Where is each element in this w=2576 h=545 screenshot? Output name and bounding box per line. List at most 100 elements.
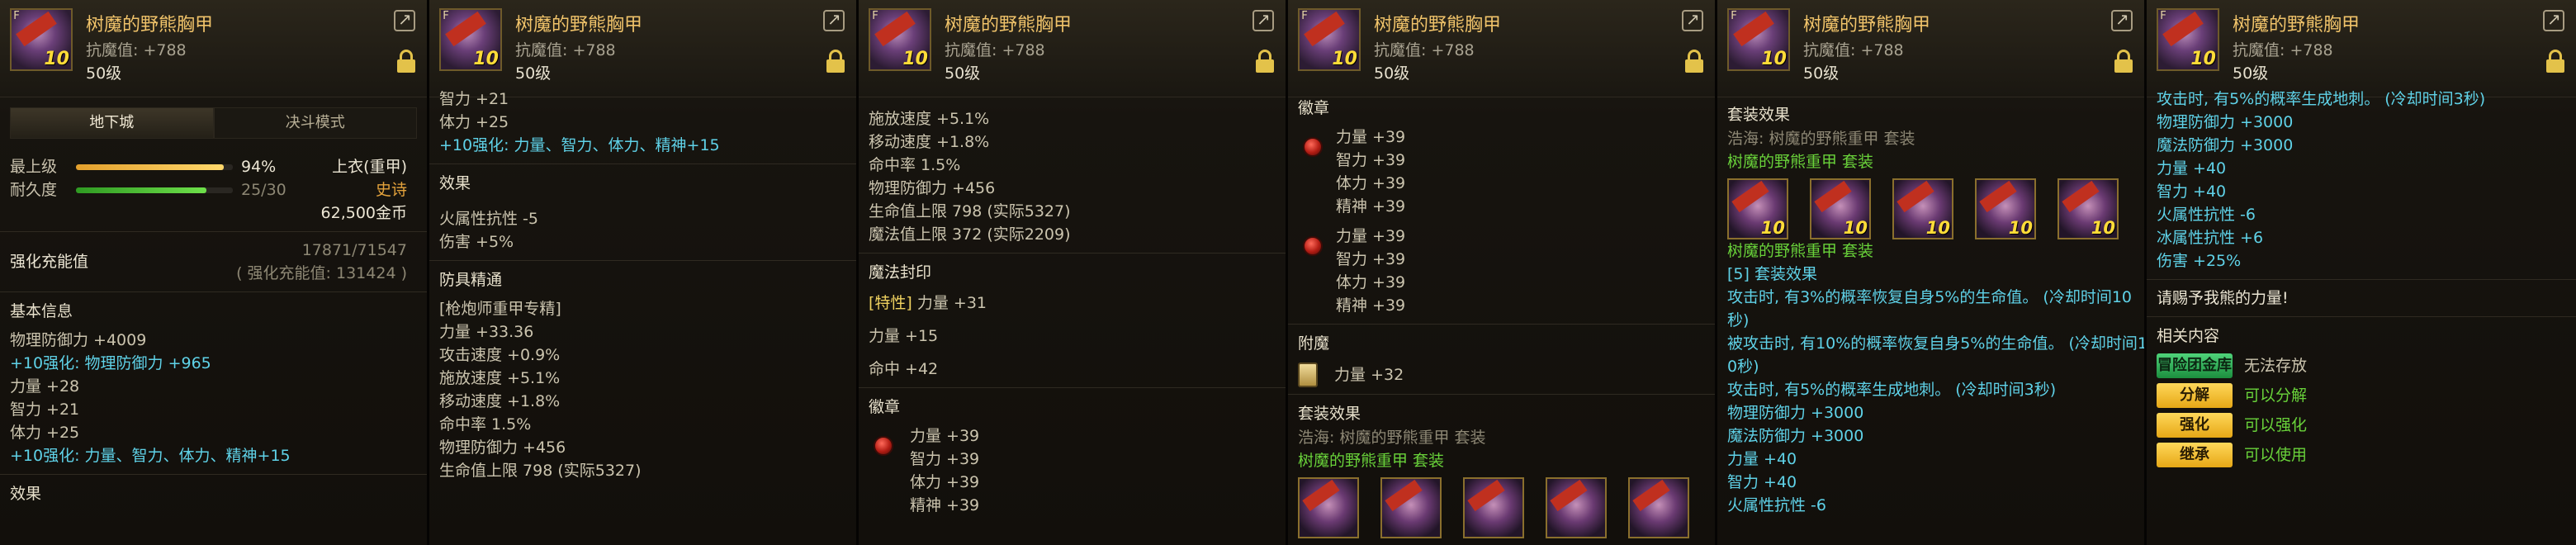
- reinforce-note-row: ( 强化充能值: 131424 ): [10, 262, 417, 285]
- mastery-line: 攻击速度 +0.9%: [439, 346, 561, 364]
- max-level-bar: [76, 164, 233, 170]
- mastery-line: 生命值上限 798 (实际5327): [439, 462, 642, 480]
- set-line: 力量 +40: [2157, 159, 2227, 178]
- tab-dungeon[interactable]: 地下城: [10, 107, 214, 139]
- enhance-level-label: 10: [44, 49, 69, 69]
- set-line: 智力 +40: [2157, 182, 2227, 201]
- max-level-label: 最上级: [10, 158, 58, 176]
- item-level: 50级: [1374, 64, 1410, 83]
- durability-label: 耐久度: [10, 181, 58, 199]
- set-items-row: 10 10 10 10 10: [1727, 178, 2134, 239]
- lock-icon[interactable]: [1685, 50, 1703, 73]
- flavor-quote: 请赐予我熊的力量!: [2157, 289, 2289, 307]
- set-line: 秒): [1727, 311, 1750, 329]
- share-link-icon[interactable]: [1252, 9, 1274, 31]
- inherit-status: 可以使用: [2244, 446, 2308, 464]
- stat-line: +10强化: 力量、智力、体力、精神+15: [439, 136, 720, 154]
- inherit-button[interactable]: 继承: [2157, 443, 2233, 467]
- enchant-title: 附魔: [1298, 334, 1330, 353]
- stat-line: 移动速度 +1.8%: [869, 133, 990, 151]
- emblem-line: 智力 +39: [1336, 250, 1406, 268]
- sell-price: 62,500金币: [320, 204, 407, 222]
- set-owner: 浩海: 树魔的野熊重甲 套装: [1727, 130, 1915, 148]
- set-line: 攻击时, 有5%的概率生成地刺。 (冷却时间3秒): [2157, 90, 2486, 108]
- stat-line: +10强化: 力量、智力、体力、精神+15: [10, 447, 291, 465]
- set-item-icon[interactable]: [1628, 477, 1689, 538]
- grade-label: F: [2160, 10, 2166, 22]
- set-line: 物理防御力 +3000: [2157, 113, 2294, 131]
- grade-label: F: [1731, 10, 1737, 22]
- share-link-icon[interactable]: [823, 9, 845, 31]
- set-line: 魔法防御力 +3000: [2157, 136, 2294, 154]
- set-item-icon[interactable]: 10: [2057, 178, 2119, 239]
- item-tooltip-strip: F 10 树魔的野熊胸甲 抗魔值: +788 50级 地下城 决斗模式 最上级 …: [0, 0, 2576, 545]
- item-chest-armor-icon: F 10: [869, 8, 931, 71]
- emblem-line: 力量 +39: [910, 427, 980, 445]
- tab-pvp[interactable]: 决斗模式: [213, 107, 417, 139]
- item-chest-armor-icon: F 10: [439, 8, 502, 71]
- set-item-icon[interactable]: [1298, 477, 1359, 538]
- tooltip-header: F 10 树魔的野熊胸甲 抗魔值: +788 50级: [429, 0, 856, 97]
- set-line: 0秒): [1727, 358, 1759, 376]
- seal-title: 魔法封印: [869, 263, 932, 282]
- ribbon-icon: [16, 11, 57, 47]
- emblem-line: 智力 +39: [910, 450, 980, 468]
- lock-icon[interactable]: [826, 50, 845, 73]
- reinforce-button[interactable]: 强化: [2157, 413, 2233, 438]
- durability-value: 25/30: [241, 181, 286, 199]
- lock-icon[interactable]: [1256, 50, 1274, 73]
- set-title: 套装效果: [1298, 405, 1361, 423]
- lock-icon[interactable]: [397, 50, 415, 73]
- enhance-level-label: 10: [473, 49, 499, 69]
- item-name: 树魔的野熊胸甲: [2233, 15, 2361, 36]
- disassemble-button[interactable]: 分解: [2157, 383, 2233, 408]
- share-link-icon[interactable]: [394, 9, 415, 31]
- enhance-level-label: 10: [2190, 49, 2216, 69]
- set-item-icon[interactable]: 10: [1892, 178, 1953, 239]
- mastery-line: 物理防御力 +456: [439, 438, 566, 457]
- mastery-line: 施放速度 +5.1%: [439, 369, 561, 387]
- slot-type: 上衣(重甲): [332, 158, 407, 176]
- grade-label: F: [443, 10, 449, 22]
- item-chest-armor-icon: F 10: [2157, 8, 2219, 71]
- lock-icon[interactable]: [2546, 50, 2564, 73]
- stat-line: 施放速度 +5.1%: [869, 110, 990, 128]
- tooltip-panel-3: F 10 树魔的野熊胸甲 抗魔值: +788 50级 施放速度 +5.1% 移动…: [859, 0, 1288, 545]
- stat-line: 物理防御力 +4009: [10, 331, 147, 349]
- share-link-icon[interactable]: [1682, 9, 1703, 31]
- stat-line: 魔法值上限 372 (实际2209): [869, 225, 1071, 244]
- item-resist: 抗魔值: +788: [515, 41, 616, 59]
- emblem-line: 体力 +39: [1336, 174, 1406, 192]
- effect-line: 伤害 +5%: [439, 233, 514, 251]
- set-item-icon[interactable]: [1546, 477, 1607, 538]
- seal-text: 力量 +31: [916, 294, 987, 312]
- action-row: 继承 可以使用: [2157, 443, 2566, 467]
- ribbon-icon: [2162, 11, 2204, 47]
- set-item-icon[interactable]: 10: [1727, 178, 1788, 239]
- tooltip-header: F 10 树魔的野熊胸甲 抗魔值: +788 50级: [1717, 0, 2144, 97]
- set-item-icon[interactable]: [1463, 477, 1524, 538]
- tooltip-header: F 10 树魔的野熊胸甲 抗魔值: +788 50级: [859, 0, 1286, 97]
- red-emblem-icon: [1303, 137, 1323, 157]
- share-link-icon[interactable]: [2111, 9, 2133, 31]
- tooltip-panel-4: F 10 树魔的野熊胸甲 抗魔值: +788 50级 徽章 力量 +39 智力 …: [1288, 0, 1717, 545]
- set-line: 火属性抗性 -6: [1727, 496, 1826, 514]
- set-name: 树魔的野熊重甲 套装: [1298, 452, 1445, 470]
- item-chest-armor-icon: F 10: [10, 8, 73, 71]
- action-row: 强化 可以强化: [2157, 413, 2566, 438]
- vault-row: 冒险团金库 无法存放: [2157, 353, 2566, 378]
- set-name: 树魔的野熊重甲 套装: [1727, 242, 1874, 260]
- set-item-icon[interactable]: 10: [1810, 178, 1871, 239]
- mastery-title: 防具精通: [439, 271, 503, 289]
- set-item-icon[interactable]: [1380, 477, 1442, 538]
- mastery-line: 力量 +33.36: [439, 323, 534, 341]
- share-link-icon[interactable]: [2543, 9, 2564, 31]
- set-items-row: [1298, 477, 1705, 538]
- grade-label: F: [13, 10, 20, 22]
- max-level-value: 94%: [241, 158, 277, 176]
- set-name: 树魔的野熊重甲 套装: [1727, 153, 1874, 171]
- emblem-line: 力量 +39: [1336, 128, 1406, 146]
- lock-icon[interactable]: [2114, 50, 2133, 73]
- set-item-icon[interactable]: 10: [1975, 178, 2036, 239]
- related-title: 相关内容: [2157, 327, 2220, 345]
